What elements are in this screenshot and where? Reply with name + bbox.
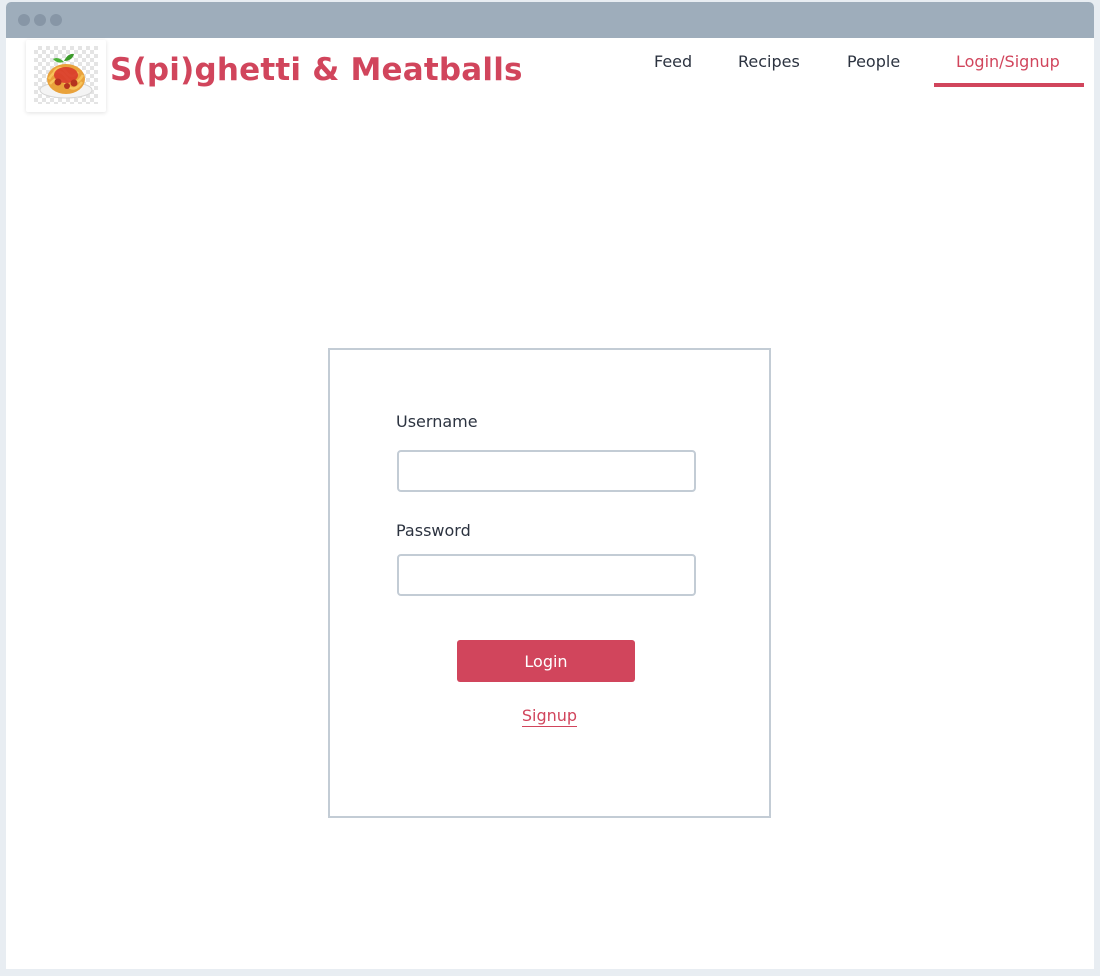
window-minimize-dot[interactable] (34, 14, 46, 26)
active-nav-underline (934, 83, 1084, 87)
nav-item-login-signup[interactable]: Login/Signup (956, 52, 1060, 71)
nav-item-people[interactable]: People (847, 52, 900, 71)
logo-card[interactable] (26, 40, 106, 112)
login-form-card: Username Password Login Signup (328, 348, 771, 818)
password-input[interactable] (397, 554, 696, 596)
signup-link-wrapper: Signup (330, 706, 769, 727)
nav-item-recipes[interactable]: Recipes (738, 52, 800, 71)
spaghetti-plate-icon (34, 46, 98, 104)
password-label: Password (396, 521, 471, 540)
login-button[interactable]: Login (457, 640, 635, 682)
browser-window: S(pi)ghetti & Meatballs Feed Recipes Peo… (6, 2, 1094, 969)
nav-item-feed[interactable]: Feed (654, 52, 692, 71)
window-titlebar (6, 2, 1094, 38)
username-input[interactable] (397, 450, 696, 492)
brand-title[interactable]: S(pi)ghetti & Meatballs (110, 52, 523, 88)
signup-link[interactable]: Signup (521, 706, 578, 727)
window-close-dot[interactable] (18, 14, 30, 26)
window-maximize-dot[interactable] (50, 14, 62, 26)
username-label: Username (396, 412, 478, 431)
